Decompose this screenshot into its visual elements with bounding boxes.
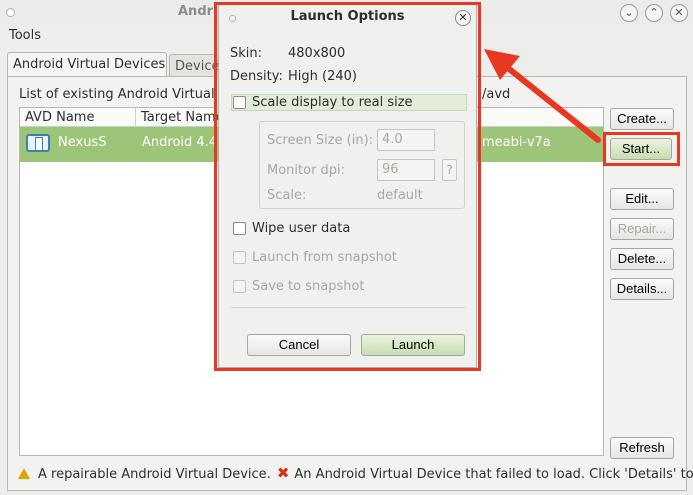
minimize-icon[interactable]: ⌄: [620, 4, 638, 22]
warning-legend-text: A repairable Android Virtual Device.: [38, 467, 271, 482]
column-header-avd-name[interactable]: AVD Name: [20, 108, 136, 127]
status-legend: A repairable Android Virtual Device. ✖ An …: [18, 464, 693, 482]
device-icon: [26, 134, 50, 152]
annotation-arrow: [484, 49, 601, 143]
maximize-icon[interactable]: ⌃: [645, 4, 663, 22]
start-button-highlight: [603, 132, 680, 166]
window-title: Andr: [178, 4, 214, 19]
tab-android-virtual-devices[interactable]: Android Virtual Devices: [7, 52, 167, 76]
avd-name-cell: NexusS: [58, 135, 107, 150]
delete-button[interactable]: Delete...: [610, 248, 674, 270]
target-name-cell: Android 4.4: [142, 135, 218, 150]
error-icon: ✖: [276, 464, 290, 482]
window-menu-icon[interactable]: [6, 8, 15, 17]
repair-button[interactable]: Repair...: [610, 218, 674, 240]
window-close-icon[interactable]: ✕: [670, 4, 688, 22]
details-button[interactable]: Details...: [610, 278, 674, 300]
tab-device-definitions[interactable]: Device Definitions: [169, 54, 219, 78]
error-legend-text: An Android Virtual Device that failed to…: [294, 467, 693, 482]
annotation-arrow-shaft: [495, 57, 601, 143]
edit-button[interactable]: Edit...: [610, 188, 674, 210]
menu-tools[interactable]: Tools: [9, 28, 41, 43]
warning-icon: [18, 468, 30, 479]
refresh-button[interactable]: Refresh: [610, 437, 674, 459]
dialog-highlight: [214, 2, 481, 371]
create-button[interactable]: Create...: [610, 108, 674, 130]
